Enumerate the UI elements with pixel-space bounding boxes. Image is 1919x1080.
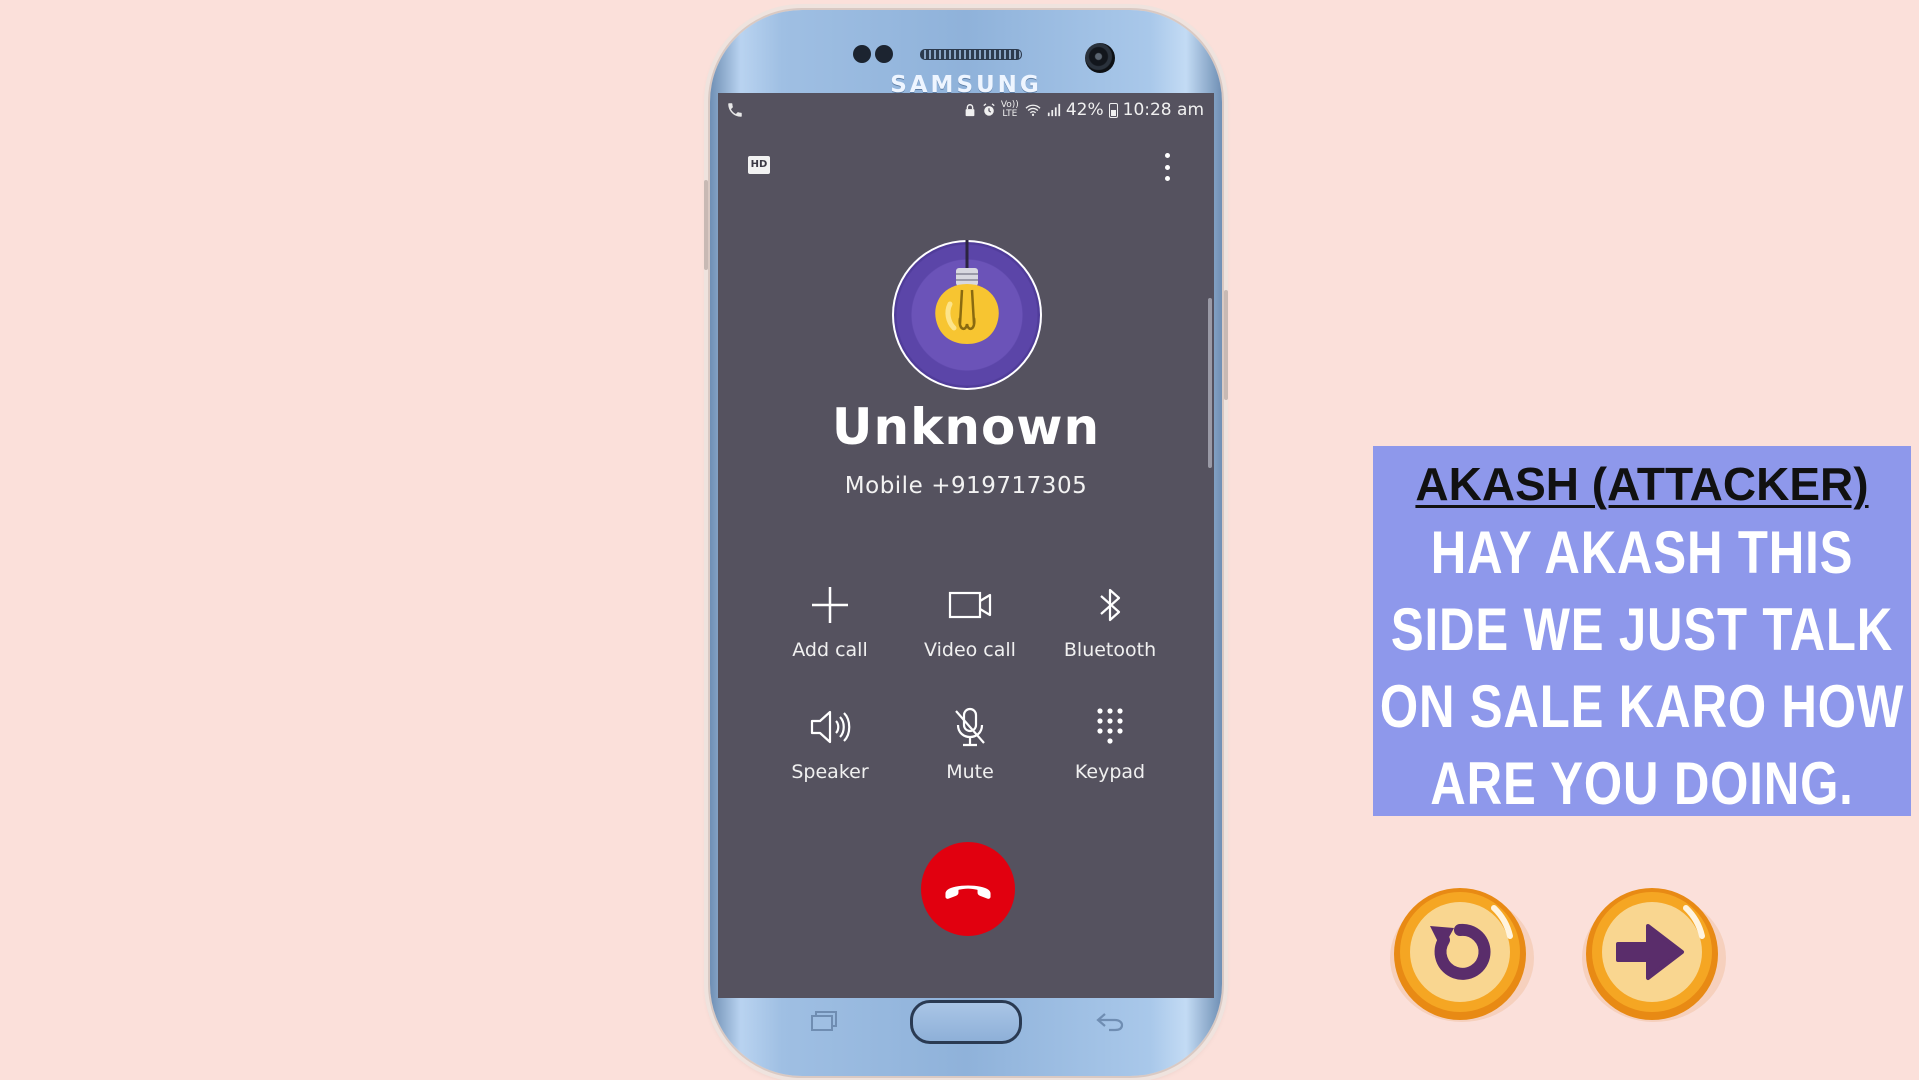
volte-indicator: Vo)) LTE	[1001, 101, 1019, 119]
back-icon[interactable]	[1095, 1010, 1125, 1032]
earpiece-speaker	[920, 49, 1022, 60]
add-call-label: Add call	[792, 639, 868, 661]
scroll-indicator	[1208, 298, 1212, 468]
dialogue-box: AKASH (ATTACKER) HAY AKASH THIS SIDE WE …	[1373, 446, 1911, 817]
light-bulb-icon	[935, 240, 999, 344]
more-options-icon[interactable]	[1162, 153, 1172, 181]
video-camera-icon	[948, 591, 992, 619]
hang-up-icon	[945, 885, 991, 899]
microphone-mute-icon	[955, 707, 985, 747]
ongoing-call-icon	[728, 103, 742, 117]
home-button[interactable]	[910, 1000, 1022, 1044]
phone-device: SAMSUNG Vo)) LTE 42% 10:28 am HD Unknown…	[704, 10, 1228, 1076]
lock-icon	[965, 104, 975, 117]
bluetooth-icon	[1100, 588, 1121, 622]
video-call-button[interactable]: Video call	[900, 583, 1040, 705]
add-call-button[interactable]: Add call	[760, 583, 900, 705]
mute-button[interactable]: Mute	[900, 705, 1040, 827]
speaker-name: AKASH (ATTACKER)	[1415, 458, 1869, 510]
next-button[interactable]	[1578, 882, 1730, 1026]
front-camera	[1085, 43, 1115, 73]
alarm-icon	[983, 103, 995, 116]
bluetooth-button[interactable]: Bluetooth	[1040, 583, 1180, 705]
speaker-label: Speaker	[791, 761, 869, 783]
keypad-icon	[1097, 708, 1123, 744]
in-call-controls: Add call Video call Bluetooth Speaker Mu…	[760, 583, 1180, 827]
proximity-sensor	[853, 45, 871, 63]
keypad-label: Keypad	[1074, 761, 1146, 783]
wifi-icon	[1025, 104, 1041, 116]
call-screen: Vo)) LTE 42% 10:28 am HD Unknown Mobile …	[718, 93, 1214, 998]
hd-voice-badge: HD	[748, 156, 770, 174]
dialogue-text: HAY AKASH THIS SIDE WE JUST TALK ON SALE…	[1379, 519, 1905, 817]
bluetooth-label: Bluetooth	[1063, 639, 1157, 661]
mute-label: Mute	[946, 761, 994, 783]
speaker-button[interactable]: Speaker	[760, 705, 900, 827]
phone-volume-button	[704, 180, 708, 270]
light-sensor	[875, 45, 893, 63]
status-bar: Vo)) LTE 42% 10:28 am	[718, 93, 1214, 129]
signal-icon	[1047, 103, 1060, 117]
phone-power-button	[1224, 290, 1228, 400]
video-call-label: Video call	[924, 639, 1016, 661]
battery-percent: 42%	[1065, 100, 1104, 120]
caller-name: Unknown	[831, 398, 1101, 456]
end-call-button[interactable]	[921, 842, 1015, 936]
volte-bottom-text: LTE	[1002, 109, 1018, 119]
caller-avatar	[892, 240, 1042, 390]
number-type-label: Mobile	[844, 473, 924, 499]
plus-icon	[812, 587, 848, 623]
speaker-icon	[810, 710, 851, 744]
keypad-button[interactable]: Keypad	[1040, 705, 1180, 827]
recent-apps-icon[interactable]	[810, 1010, 840, 1032]
clock: 10:28 am	[1122, 100, 1204, 120]
caller-number-line: Mobile +919717305	[718, 473, 1214, 499]
battery-icon	[1108, 102, 1118, 118]
status-icons: Vo)) LTE 42% 10:28 am	[963, 100, 1204, 120]
caller-number: +919717305	[931, 473, 1088, 499]
replay-button[interactable]	[1386, 882, 1538, 1026]
